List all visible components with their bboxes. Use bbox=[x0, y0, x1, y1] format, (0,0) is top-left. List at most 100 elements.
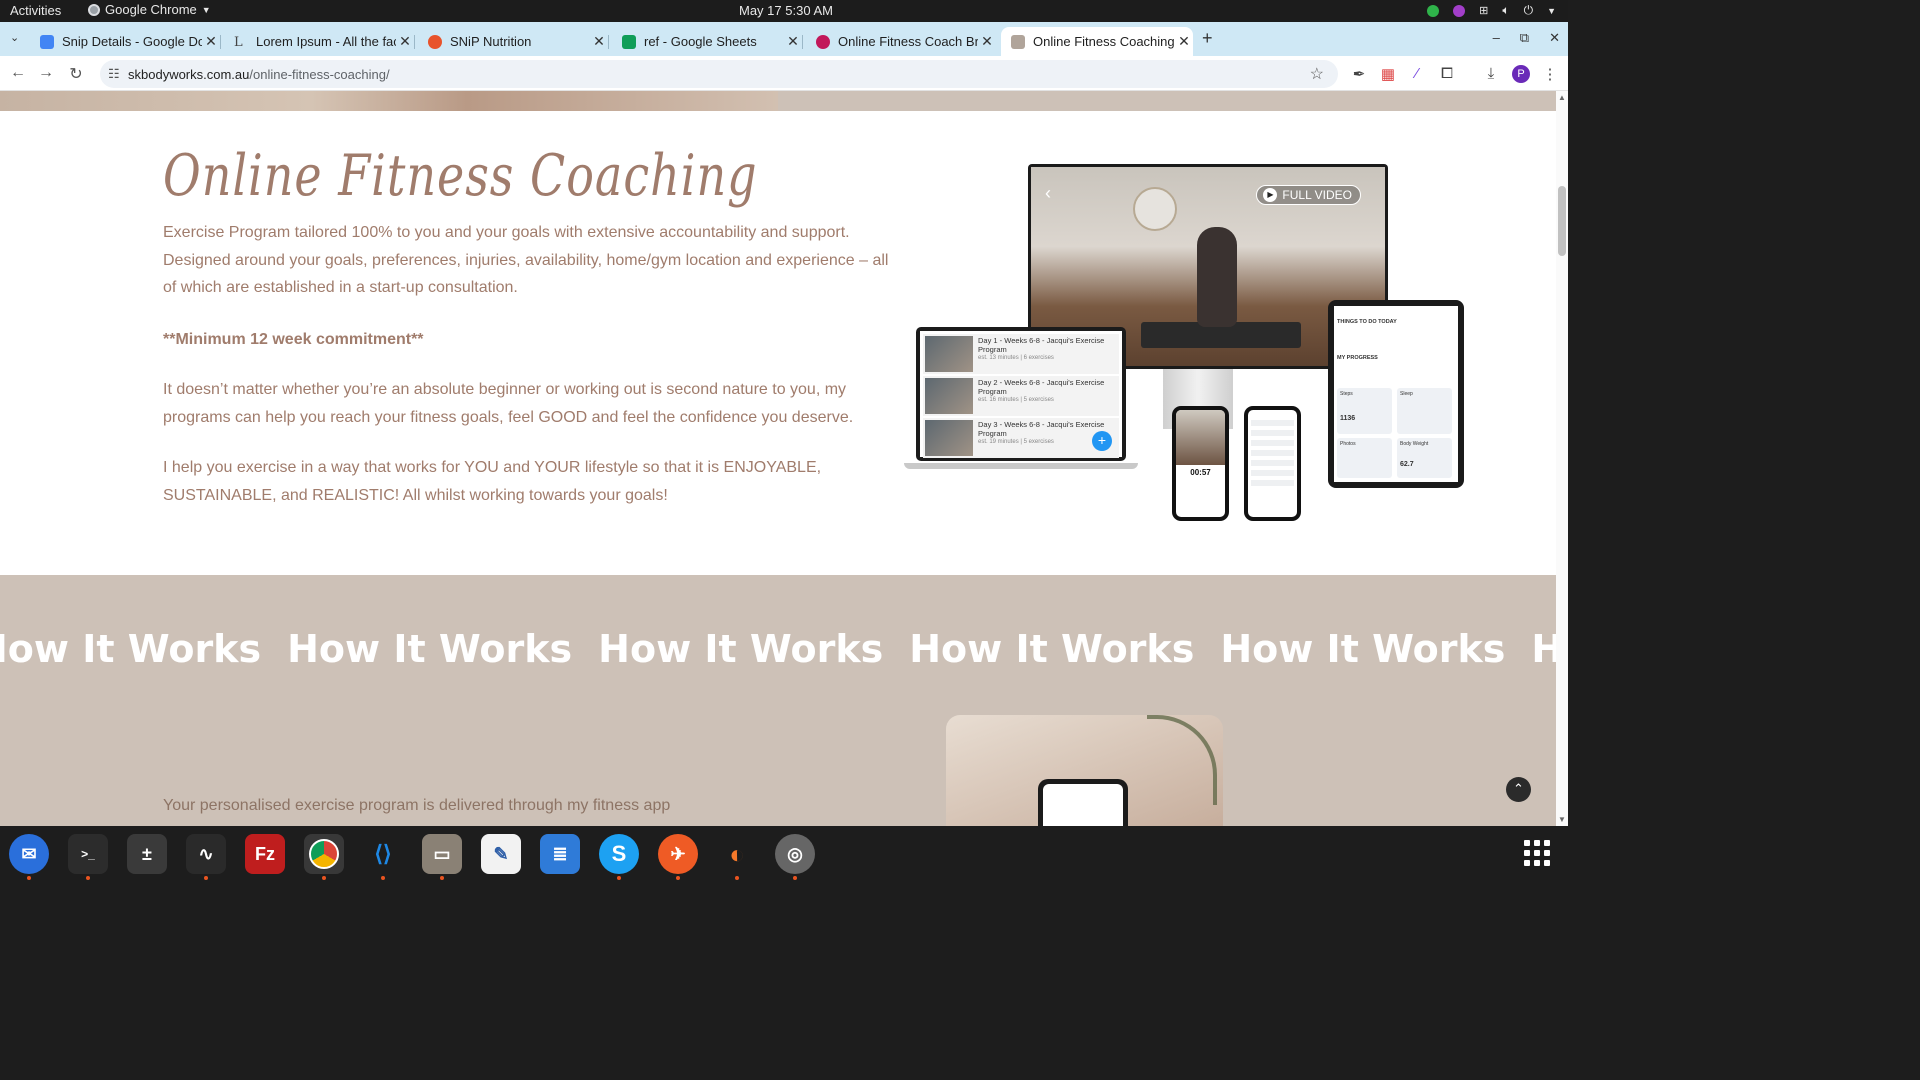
program-title: Day 2 - Weeks 6-8 - Jacqui's Exercise Pr… bbox=[978, 378, 1105, 396]
running-indicator bbox=[440, 876, 444, 880]
disks-icon[interactable]: ◎ bbox=[775, 834, 815, 874]
scroll-down-icon[interactable]: ▼ bbox=[1558, 815, 1566, 824]
tab-lorem-ipsum[interactable]: L Lorem Ipsum - All the fac ✕ bbox=[224, 27, 415, 56]
terminal-icon[interactable]: >_ bbox=[68, 834, 108, 874]
tab-title: Online Fitness Coach Bri bbox=[838, 34, 978, 49]
network-icon[interactable]: ⊞ bbox=[1479, 4, 1488, 17]
vscode-icon[interactable]: ⟨⟩ bbox=[363, 834, 403, 874]
system-monitor-icon[interactable]: ∿ bbox=[186, 834, 226, 874]
scroll-to-top-button[interactable]: ⌃ bbox=[1506, 777, 1531, 802]
full-video-button[interactable]: ▶ FULL VIDEO bbox=[1256, 185, 1361, 205]
program-row: Day 2 - Weeks 6-8 - Jacqui's Exercise Pr… bbox=[923, 376, 1119, 416]
color-app-icon[interactable] bbox=[1453, 4, 1466, 17]
close-icon[interactable]: ✕ bbox=[978, 33, 996, 50]
url-text[interactable]: skbodyworks.com.au/online-fitness-coachi… bbox=[128, 67, 390, 82]
show-apps-grid-icon[interactable] bbox=[1524, 840, 1550, 866]
program-thumbnail bbox=[925, 378, 973, 414]
close-icon[interactable]: ✕ bbox=[202, 33, 220, 50]
clock[interactable]: May 17 5:30 AM bbox=[739, 3, 833, 18]
site-info-icon[interactable]: ☷ bbox=[108, 66, 120, 82]
address-bar[interactable]: ☷ skbodyworks.com.au/online-fitness-coac… bbox=[100, 60, 1338, 88]
intro-paragraph: Exercise Program tailored 100% to you an… bbox=[163, 224, 889, 296]
tablet-things-heading: THINGS TO DO TODAY bbox=[1337, 319, 1397, 325]
phone-video-frame bbox=[1176, 410, 1225, 465]
page-scrollbar[interactable]: ▲ ▼ bbox=[1556, 91, 1568, 826]
phone-screen bbox=[1248, 410, 1297, 517]
close-icon[interactable]: ✕ bbox=[1175, 33, 1193, 50]
tab-snip-nutrition[interactable]: SNiP Nutrition ✕ bbox=[418, 27, 609, 56]
libreoffice-writer-icon[interactable]: ≣ bbox=[540, 834, 580, 874]
tab-google-sheets[interactable]: ref - Google Sheets ✕ bbox=[612, 27, 803, 56]
blender-icon[interactable]: ◐ bbox=[717, 834, 757, 874]
back-icon[interactable]: ← bbox=[8, 64, 28, 82]
menu-kebab-icon[interactable]: ⋮ bbox=[1540, 65, 1560, 83]
text-editor-icon[interactable]: ✎ bbox=[481, 834, 521, 874]
tab-title: Snip Details - Google Do bbox=[62, 34, 202, 49]
profile-avatar[interactable]: P bbox=[1512, 65, 1530, 83]
program-thumbnail bbox=[925, 336, 973, 372]
ticker-text: How It Works bbox=[598, 627, 884, 671]
program-meta: est. 13 minutes | 6 exercises bbox=[978, 355, 1054, 361]
phone-shape bbox=[1038, 779, 1128, 826]
power-icon[interactable]: ⏻ bbox=[1524, 3, 1534, 18]
full-video-label: FULL VIDEO bbox=[1282, 188, 1352, 202]
photos-label: Photos bbox=[1340, 441, 1356, 447]
window-controls: – ⧉ ✕ bbox=[1493, 30, 1560, 46]
how-it-works-section: How It Works How It Works How It Works H… bbox=[0, 575, 1556, 826]
sleep-label: Sleep bbox=[1400, 391, 1413, 397]
restore-icon[interactable]: ⧉ bbox=[1520, 30, 1529, 46]
mirror-shape bbox=[1133, 187, 1177, 231]
caret-down-icon[interactable]: ▼ bbox=[1547, 6, 1556, 16]
chrome-icon[interactable] bbox=[304, 834, 344, 874]
lifestyle-paragraph: I help you exercise in a way that works … bbox=[163, 459, 822, 504]
calculator-icon[interactable]: ± bbox=[127, 834, 167, 874]
phone-timer: 00:57 bbox=[1190, 468, 1211, 477]
tab-strip: ⌄ Snip Details - Google Do ✕ L Lorem Ips… bbox=[0, 22, 1568, 56]
skype-icon[interactable]: S bbox=[599, 834, 639, 874]
close-window-icon[interactable]: ✕ bbox=[1549, 30, 1560, 46]
new-tab-button[interactable]: + bbox=[1202, 28, 1213, 49]
laptop-mockup: Day 1 - Weeks 6-8 - Jacqui's Exercise Pr… bbox=[916, 327, 1126, 461]
scrollbar-thumb[interactable] bbox=[1558, 186, 1566, 256]
running-indicator bbox=[86, 876, 90, 880]
thunderbird-icon[interactable]: ✉ bbox=[9, 834, 49, 874]
extensions-puzzle-icon[interactable]: ⧠ bbox=[1437, 65, 1457, 82]
program-row: Day 3 - Weeks 6-8 - Jacqui's Exercise Pr… bbox=[923, 418, 1119, 458]
forward-icon[interactable]: → bbox=[36, 64, 56, 82]
tab-snip-details[interactable]: Snip Details - Google Do ✕ bbox=[30, 27, 221, 56]
chevron-left-icon[interactable]: ‹ bbox=[1045, 183, 1051, 204]
close-icon[interactable]: ✕ bbox=[396, 33, 414, 50]
activities-button[interactable]: Activities bbox=[10, 3, 61, 18]
url-path: /online-fitness-coaching/ bbox=[249, 67, 390, 82]
phone-mockup-list bbox=[1244, 406, 1301, 521]
volume-icon[interactable]: 🔈︎ bbox=[1502, 3, 1509, 18]
running-indicator bbox=[322, 876, 326, 880]
tab-online-fitness-coaching[interactable]: Online Fitness Coaching ✕ bbox=[1001, 27, 1193, 56]
url-domain: skbodyworks.com.au bbox=[128, 67, 250, 82]
tab-search-chevron-icon[interactable]: ⌄ bbox=[10, 31, 19, 44]
list-line bbox=[1251, 460, 1294, 466]
list-line bbox=[1251, 480, 1294, 486]
shield-status-icon[interactable] bbox=[1427, 4, 1440, 17]
calendar-extension-icon[interactable]: ▦ bbox=[1378, 65, 1398, 83]
files-icon[interactable]: ▭ bbox=[422, 834, 462, 874]
pen-extension-icon[interactable]: ⁄ bbox=[1407, 65, 1427, 82]
photos-card: Photos bbox=[1337, 438, 1392, 478]
download-icon[interactable]: ⤓ bbox=[1481, 65, 1501, 82]
close-icon[interactable]: ✕ bbox=[784, 33, 802, 50]
eyedropper-extension-icon[interactable]: ✒ bbox=[1349, 65, 1369, 83]
tab-online-fitness-coach[interactable]: Online Fitness Coach Bri ✕ bbox=[806, 27, 996, 56]
system-tray[interactable]: ⊞ 🔈︎ ⏻ ▼ bbox=[1427, 3, 1556, 18]
postman-icon[interactable]: ✈ bbox=[658, 834, 698, 874]
minimize-icon[interactable]: – bbox=[1493, 30, 1500, 46]
bookmark-star-icon[interactable]: ☆ bbox=[1310, 64, 1324, 84]
running-indicator bbox=[793, 876, 797, 880]
reload-icon[interactable]: ↻ bbox=[66, 64, 86, 84]
app-menu[interactable]: Google Chrome ▼ bbox=[88, 2, 211, 17]
program-meta: est. 16 minutes | 5 exercises bbox=[978, 397, 1054, 403]
close-icon[interactable]: ✕ bbox=[590, 33, 608, 50]
how-it-works-ticker: How It Works How It Works How It Works H… bbox=[0, 627, 1556, 671]
list-line bbox=[1251, 440, 1294, 446]
filezilla-icon[interactable]: Fz bbox=[245, 834, 285, 874]
scroll-up-icon[interactable]: ▲ bbox=[1558, 93, 1566, 102]
